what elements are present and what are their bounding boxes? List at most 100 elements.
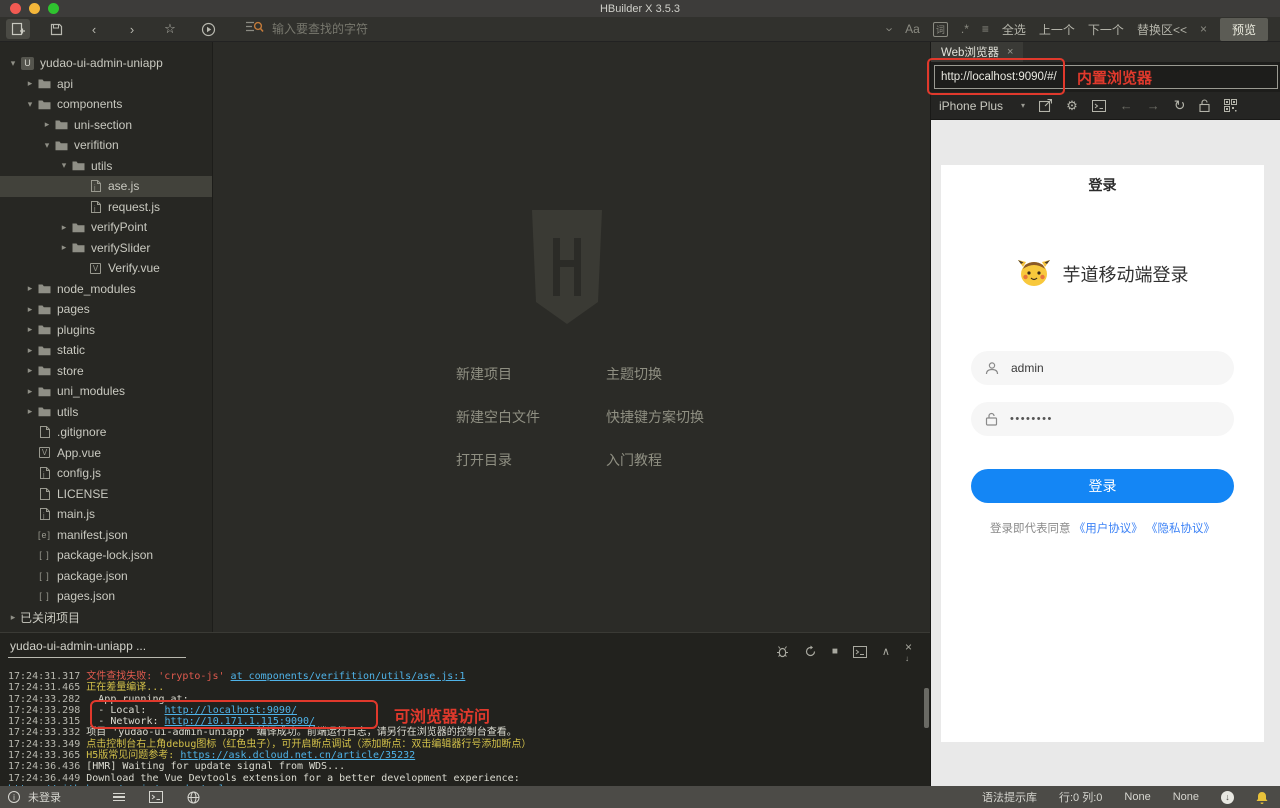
run-icon[interactable] xyxy=(196,19,220,39)
tree-item-pages.json[interactable]: [ ]pages.json xyxy=(0,586,212,607)
find-next-button[interactable]: 下一个 xyxy=(1088,21,1124,38)
debug-bug-icon[interactable] xyxy=(776,645,789,658)
save-icon[interactable] xyxy=(44,19,68,39)
console-link[interactable]: http://10.171.1.115:9090/ xyxy=(165,716,316,727)
console-tab[interactable]: yudao-ui-admin-uniapp ... xyxy=(8,639,186,658)
search-input[interactable] xyxy=(272,22,492,36)
web-browser-tab[interactable]: Web浏览器 × xyxy=(931,42,1023,62)
forward-icon[interactable]: › xyxy=(120,19,144,39)
syntax-library-label[interactable]: 语法提示库 xyxy=(982,789,1037,805)
login-button[interactable]: 登录 xyxy=(971,469,1234,503)
tree-item-plugins[interactable]: ▸plugins xyxy=(0,320,212,341)
replace-area-button[interactable]: 替换区<< xyxy=(1137,21,1187,38)
tree-item-verifyPoint[interactable]: ▸verifyPoint xyxy=(0,217,212,238)
tree-item-main.js[interactable]: jmain.js xyxy=(0,504,212,525)
close-find-icon[interactable]: × xyxy=(1200,22,1207,36)
chevron-right-icon[interactable]: ▸ xyxy=(23,324,37,335)
match-case-icon[interactable]: Aa xyxy=(905,22,920,36)
tree-item-components[interactable]: ▾components xyxy=(0,94,212,115)
stop-icon[interactable]: ■ xyxy=(832,646,838,657)
chevron-right-icon[interactable]: ▸ xyxy=(23,365,37,376)
clear-console-icon[interactable]: ×↓ xyxy=(905,640,912,663)
download-icon[interactable]: ↓ xyxy=(1221,791,1234,804)
browser-forward-icon[interactable]: → xyxy=(1147,98,1160,113)
filetype-label[interactable]: None xyxy=(1173,791,1199,803)
preview-button[interactable]: 预览 xyxy=(1220,18,1268,41)
tree-item-.gitignore[interactable]: .gitignore xyxy=(0,422,212,443)
select-all-button[interactable]: 全选 xyxy=(1002,21,1026,38)
tree-item-App.vue[interactable]: VApp.vue xyxy=(0,443,212,464)
tree-item-LICENSE[interactable]: LICENSE xyxy=(0,484,212,505)
settings-gear-icon[interactable]: ⚙ xyxy=(1066,98,1078,114)
welcome-link[interactable]: 快捷键方案切换 xyxy=(606,407,704,427)
chevron-right-icon[interactable]: ▸ xyxy=(23,283,37,294)
tree-item-package-lock.json[interactable]: [ ]package-lock.json xyxy=(0,545,212,566)
tree-item-request.js[interactable]: jrequest.js xyxy=(0,197,212,218)
tree-item-package.json[interactable]: [ ]package.json xyxy=(0,566,212,587)
lock-icon[interactable] xyxy=(1199,99,1210,112)
device-selector[interactable]: iPhone Plus ▾ xyxy=(939,99,1025,113)
globe-icon[interactable] xyxy=(187,791,200,804)
tree-item-pages[interactable]: ▸pages xyxy=(0,299,212,320)
chevron-right-icon[interactable]: ▸ xyxy=(23,386,37,397)
login-status-label[interactable]: 未登录 xyxy=(28,789,61,805)
tree-item-utils[interactable]: ▸utils xyxy=(0,402,212,423)
star-icon[interactable]: ☆ xyxy=(158,19,182,39)
restart-icon[interactable] xyxy=(804,645,817,658)
tree-item-ase.js[interactable]: jase.js xyxy=(0,176,212,197)
chevron-right-icon[interactable]: ▸ xyxy=(57,222,71,233)
console-scrollbar[interactable] xyxy=(924,688,929,728)
refresh-icon[interactable]: ↻ xyxy=(1174,97,1186,114)
console-link[interactable]: http://localhost:9090/ xyxy=(165,705,297,716)
tree-item-node_modules[interactable]: ▸node_modules xyxy=(0,279,212,300)
back-icon[interactable]: ‹ xyxy=(82,19,106,39)
find-previous-button[interactable]: 上一个 xyxy=(1039,21,1075,38)
welcome-link[interactable]: 打开目录 xyxy=(456,450,606,470)
qr-code-icon[interactable] xyxy=(1224,99,1237,112)
password-field[interactable]: •••••••• xyxy=(971,402,1234,436)
chevron-down-icon[interactable]: › xyxy=(882,27,897,31)
chevron-down-icon[interactable]: ▾ xyxy=(23,99,37,110)
outline-list-icon[interactable] xyxy=(113,791,125,804)
tree-item-yudao-ui-admin-uniapp[interactable]: ▾Uyudao-ui-admin-uniapp xyxy=(0,53,212,74)
welcome-link[interactable]: 主题切换 xyxy=(606,364,662,384)
chevron-right-icon[interactable]: ▸ xyxy=(23,406,37,417)
welcome-link[interactable]: 入门教程 xyxy=(606,450,662,470)
tree-item-Verify.vue[interactable]: VVerify.vue xyxy=(0,258,212,279)
terminal-icon[interactable] xyxy=(149,791,163,803)
terminal-icon[interactable] xyxy=(853,646,867,658)
tree-item-utils[interactable]: ▾utils xyxy=(0,156,212,177)
chevron-down-icon[interactable]: ▾ xyxy=(57,160,71,171)
chevron-right-icon[interactable]: ▸ xyxy=(57,242,71,253)
privacy-agreement-link[interactable]: 《隐私协议》 xyxy=(1146,523,1215,535)
chevron-down-icon[interactable]: ▾ xyxy=(40,140,54,151)
whole-word-icon[interactable]: 词 xyxy=(933,22,948,37)
notification-bell-icon[interactable] xyxy=(1256,791,1268,804)
chevron-right-icon[interactable]: ▸ xyxy=(23,345,37,356)
tree-item-api[interactable]: ▸api xyxy=(0,74,212,95)
tree-item-uni-section[interactable]: ▸uni-section xyxy=(0,115,212,136)
chevron-right-icon[interactable]: ▸ xyxy=(23,78,37,89)
close-tab-icon[interactable]: × xyxy=(1007,46,1013,58)
tree-item-verifition[interactable]: ▾verifition xyxy=(0,135,212,156)
welcome-link[interactable]: 新建项目 xyxy=(456,364,606,384)
closed-projects-item[interactable]: ▸ 已关闭项目 xyxy=(0,608,212,629)
console-link[interactable]: https://ask.dcloud.net.cn/article/35232 xyxy=(180,750,415,761)
console-window-icon[interactable] xyxy=(1092,100,1106,112)
chevron-right-icon[interactable]: ▸ xyxy=(23,304,37,315)
new-file-icon[interactable] xyxy=(6,19,30,39)
find-in-lines-icon[interactable]: ≡ xyxy=(982,22,989,36)
encoding-label[interactable]: None xyxy=(1124,791,1150,803)
regex-icon[interactable]: .* xyxy=(961,22,969,36)
tree-item-manifest.json[interactable]: [e]manifest.json xyxy=(0,525,212,546)
console-link[interactable]: at components/verifition/utils/ase.js:1 xyxy=(231,671,466,682)
tree-item-verifySlider[interactable]: ▸verifySlider xyxy=(0,238,212,259)
collapse-panel-icon[interactable]: ∧ xyxy=(882,645,890,658)
chevron-down-icon[interactable]: ▾ xyxy=(6,58,20,69)
open-external-icon[interactable] xyxy=(1039,99,1052,112)
tree-item-static[interactable]: ▸static xyxy=(0,340,212,361)
tree-item-store[interactable]: ▸store xyxy=(0,361,212,382)
browser-back-icon[interactable]: ← xyxy=(1120,98,1133,113)
username-field[interactable]: admin xyxy=(971,351,1234,385)
welcome-link[interactable]: 新建空白文件 xyxy=(456,407,606,427)
